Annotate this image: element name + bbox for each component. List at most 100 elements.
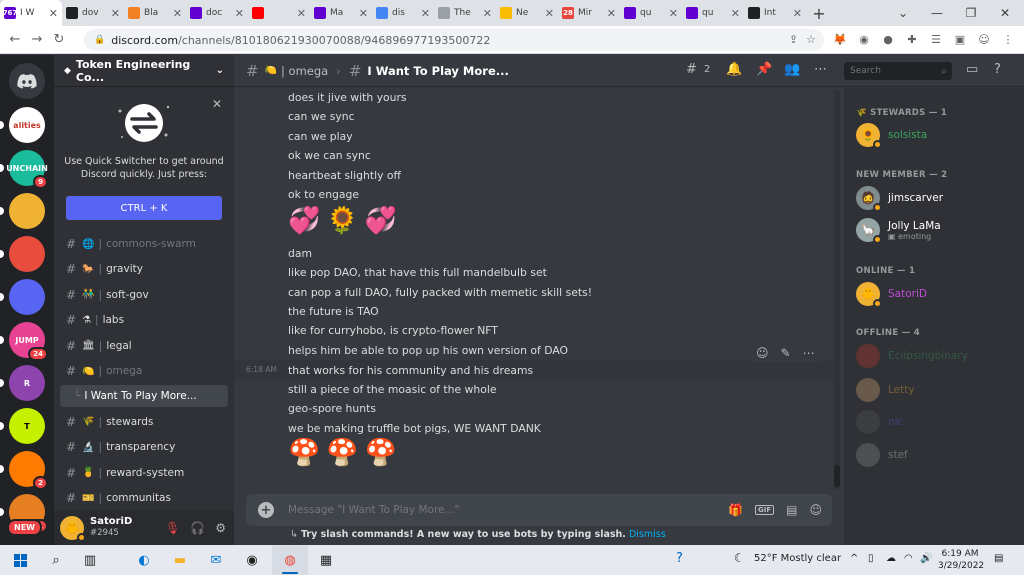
emoji[interactable]: 💞 [288,206,320,236]
emoji[interactable]: 🍄 [326,438,358,468]
emoji[interactable]: 🍄 [288,438,320,468]
puzzle-icon[interactable]: ✚ [904,31,920,47]
emoji[interactable]: 💞 [365,206,397,236]
channel-item[interactable]: # 🍋 | omega [60,360,228,382]
dismiss-link[interactable]: Dismiss [629,529,666,540]
message-composer[interactable]: + Message "I Want To Play More..." 🎁 GIF… [246,494,832,526]
tray-icon[interactable]: ▯ [868,553,874,564]
extension-icon[interactable]: ◉ [856,31,872,47]
browser-tab[interactable]: Bla ✕ [124,0,186,26]
channel-item[interactable]: # 🏛 | legal [60,335,228,357]
tab-close-icon[interactable]: ✕ [483,7,492,20]
tab-close-icon[interactable]: ✕ [49,7,58,20]
reading-list-icon[interactable]: ☰ [928,31,944,47]
server-icon[interactable] [9,236,45,272]
emoji[interactable]: 🍄 [365,438,397,468]
quick-switcher-shortcut[interactable]: CTRL + K [66,196,222,220]
search-input[interactable]: Search ⌕ [844,62,952,80]
channel-item[interactable]: # 👬 | soft-gov [60,284,228,306]
channel-item[interactable]: # 🌐 | commons-swarm [60,233,228,255]
member-item[interactable]: Letty [856,378,915,402]
mail-icon[interactable]: ✉ [198,545,234,575]
pin-icon[interactable]: 📌 [756,62,772,77]
close-window-button[interactable]: ✕ [988,0,1022,26]
inbox-icon[interactable]: ▭ [966,62,978,77]
gift-icon[interactable]: 🎁 [728,503,743,517]
help-icon[interactable]: ? [994,62,1001,77]
avatar[interactable]: 🐥 [60,515,86,542]
system-clock[interactable]: 6:19 AM 3/29/2022 [938,548,984,572]
reload-icon[interactable]: ↻ [48,32,70,47]
member-item[interactable]: 🧔 jimscarver [856,186,943,212]
browser-tab[interactable]: Int ✕ [744,0,806,26]
close-icon[interactable]: ✕ [212,97,222,111]
member-item[interactable]: Eclipsingbinary [856,344,968,368]
share-icon[interactable]: ⇪ [789,33,798,46]
channel-item[interactable]: # ⚗ | labs [60,309,228,331]
scrollbar-track[interactable] [834,90,840,490]
browser-tab[interactable]: qu ✕ [620,0,682,26]
weather-text[interactable]: 52°F Mostly clear [754,553,841,564]
sticker-icon[interactable]: ▤ [786,503,797,517]
edge-icon[interactable]: ◐ [126,545,162,575]
wifi-icon[interactable]: ◠ [904,553,913,564]
tab-close-icon[interactable]: ✕ [421,7,430,20]
edit-icon[interactable]: ✎ [781,346,791,360]
profile-avatar-icon[interactable]: ☺ [976,31,992,47]
sidepanel-icon[interactable]: ▣ [952,31,968,47]
chrome-icon[interactable]: ◍ [272,545,308,575]
speaker-icon[interactable]: 🔊 [920,553,932,564]
chevron-up-icon[interactable]: ^ [850,553,858,564]
gif-button[interactable]: GIF [755,505,775,515]
attach-plus-icon[interactable]: + [258,502,274,518]
threads-icon[interactable]: # [686,62,697,77]
member-item[interactable]: 🐥 SatoriD [856,282,927,308]
member-list-icon[interactable]: 👥 [784,62,800,77]
maximize-button[interactable]: ❐ [954,0,988,26]
channel-item[interactable]: # 🌾 | stewards [60,411,228,433]
gear-icon[interactable]: ⚙ [215,521,226,535]
more-icon[interactable]: ⋯ [803,346,815,360]
add-reaction-icon[interactable]: ☺ [756,346,769,360]
url-field[interactable]: 🔒 discord.com/channels/81018062193007008… [84,29,824,51]
browser-tab[interactable]: ✕ [248,0,310,26]
browser-menu-icon[interactable]: ⋮ [1000,31,1016,47]
new-tab-button[interactable]: + [806,4,832,23]
server-icon[interactable]: alities [9,107,45,143]
mute-mic-icon[interactable]: 🎙 [165,521,180,535]
tab-close-icon[interactable]: ✕ [793,7,802,20]
server-icon[interactable]: 2 [9,451,48,490]
server-icon[interactable]: R [9,365,45,401]
browser-tab[interactable]: doc ✕ [186,0,248,26]
more-icon[interactable]: ⋯ [814,62,827,77]
server-icon[interactable] [9,279,45,315]
help-icon[interactable]: ? [676,551,683,566]
task-view-icon[interactable]: ▥ [72,545,108,575]
headphones-icon[interactable]: 🎧 [190,521,205,535]
tab-close-icon[interactable]: ✕ [297,7,306,20]
member-item[interactable]: stef [856,443,908,467]
tab-close-icon[interactable]: ✕ [545,7,554,20]
emoji[interactable]: 🌻 [326,206,358,236]
channel-item[interactable]: # 🍍 | reward-system [60,462,228,484]
bell-icon[interactable]: 🔔 [726,62,742,77]
browser-tab[interactable]: 28 Mir ✕ [558,0,620,26]
back-icon[interactable]: ← [4,32,26,47]
discord-home-icon[interactable] [9,63,45,99]
browser-tab[interactable]: qu ✕ [682,0,744,26]
thread-item[interactable]: └ I Want To Play More... [60,385,228,408]
member-item[interactable]: 🦙 Jolly LaMa ▣ emoting [856,218,941,244]
windows-start-icon[interactable] [2,545,38,575]
emoji-picker-icon[interactable]: ☺ [809,503,822,517]
bookmark-star-icon[interactable]: ☆ [806,33,816,46]
server-header[interactable]: ◆ Token Engineering Co... ⌄ [54,55,234,87]
search-icon[interactable]: ⌕ [38,545,74,575]
channel-item[interactable]: # 🎫 | communitas [60,487,228,509]
tab-close-icon[interactable]: ✕ [359,7,368,20]
tab-close-icon[interactable]: ✕ [235,7,244,20]
server-icon[interactable]: UNCHAIN 9 [6,150,48,189]
minimize-button[interactable]: — [920,0,954,26]
server-icon[interactable]: T [9,408,45,444]
file-explorer-icon[interactable]: ▬ [162,545,198,575]
browser-tab[interactable]: 767 I W ✕ [0,0,62,26]
